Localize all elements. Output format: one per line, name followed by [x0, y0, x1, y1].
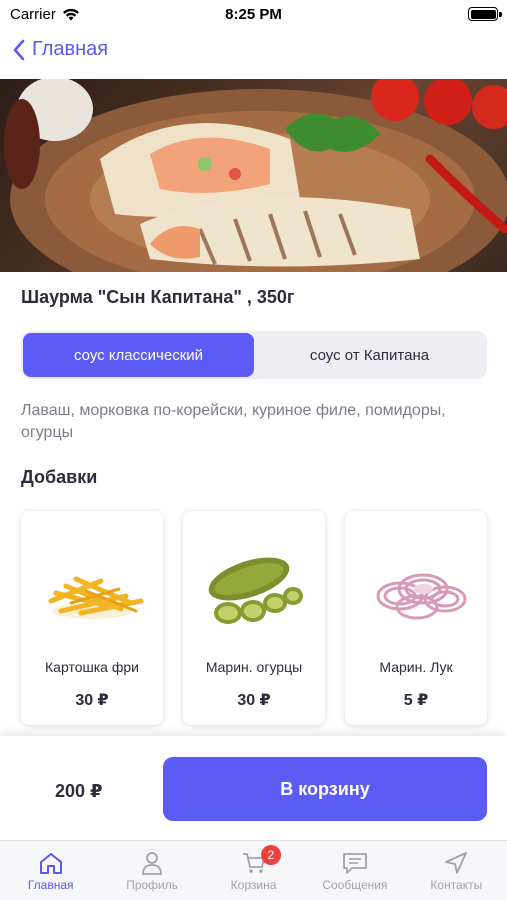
- tab-messages[interactable]: Сообщения: [304, 841, 405, 900]
- total-price: 200 ₽: [55, 781, 103, 801]
- sauce-selector: соус классический соус от Капитана: [21, 331, 487, 379]
- onion-rings-image: [376, 573, 467, 620]
- addon-card-pickles[interactable]: Марин. огурцы 30 ₽: [183, 511, 325, 725]
- tab-cart[interactable]: Корзина 2: [203, 841, 304, 900]
- tab-contacts[interactable]: Контакты: [406, 841, 507, 900]
- addons-heading: Добавки: [21, 467, 98, 487]
- back-label: Главная: [32, 38, 109, 60]
- chevron-left-icon: [13, 39, 25, 60]
- sauce-option-classic[interactable]: соус классический: [23, 333, 254, 377]
- user-icon: [142, 852, 163, 875]
- tab-label: Профиль: [126, 878, 179, 892]
- addon-price: 30 ₽: [237, 692, 271, 709]
- tab-label: Корзина: [230, 878, 277, 892]
- shawarma-photo-illustration: [4, 79, 507, 272]
- status-bar: Carrier 8:25 PM: [0, 0, 507, 30]
- cart-count-badge: 2: [260, 845, 281, 865]
- tab-bar: Главная Профиль Корзина 2 Сообщения Конт…: [0, 840, 507, 900]
- chat-icon: [343, 853, 367, 874]
- product-ingredients: Лаваш, морковка по-корейски, куриное фил…: [21, 402, 446, 441]
- product-title: Шаурма "Сын Капитана" , 350г: [21, 287, 295, 307]
- status-time: 8:25 PM: [225, 6, 282, 23]
- tab-label: Сообщения: [322, 878, 388, 892]
- addon-card-fries[interactable]: Картошка фри 30 ₽: [21, 511, 163, 725]
- navigation-bar: Главная: [0, 30, 507, 78]
- purchase-bar: 200 ₽ В корзину: [0, 736, 507, 840]
- location-arrow-icon: [445, 852, 468, 874]
- addon-price: 5 ₽: [403, 692, 429, 709]
- tab-profile[interactable]: Профиль: [101, 841, 202, 900]
- back-button[interactable]: Главная: [12, 38, 108, 61]
- fries-image: [48, 576, 144, 619]
- product-photo: [0, 79, 507, 272]
- pickles-image: [208, 557, 303, 624]
- add-to-cart-button[interactable]: В корзину: [163, 757, 487, 821]
- addon-price: 30 ₽: [75, 692, 109, 709]
- addon-name: Марин. Лук: [379, 659, 453, 675]
- addons-list: Картошка фри 30 ₽ Марин. огурцы 30 ₽ Мар…: [21, 511, 507, 725]
- tab-label: Контакты: [430, 878, 483, 892]
- tab-home[interactable]: Главная: [0, 841, 101, 900]
- addon-name: Картошка фри: [45, 659, 139, 675]
- tab-label: Главная: [27, 878, 74, 892]
- home-icon: [39, 853, 62, 874]
- addon-card-onion[interactable]: Марин. Лук 5 ₽: [345, 511, 487, 725]
- battery-icon: [468, 7, 502, 21]
- addon-name: Марин. огурцы: [205, 659, 303, 675]
- sauce-option-captain[interactable]: соус от Капитана: [254, 333, 485, 377]
